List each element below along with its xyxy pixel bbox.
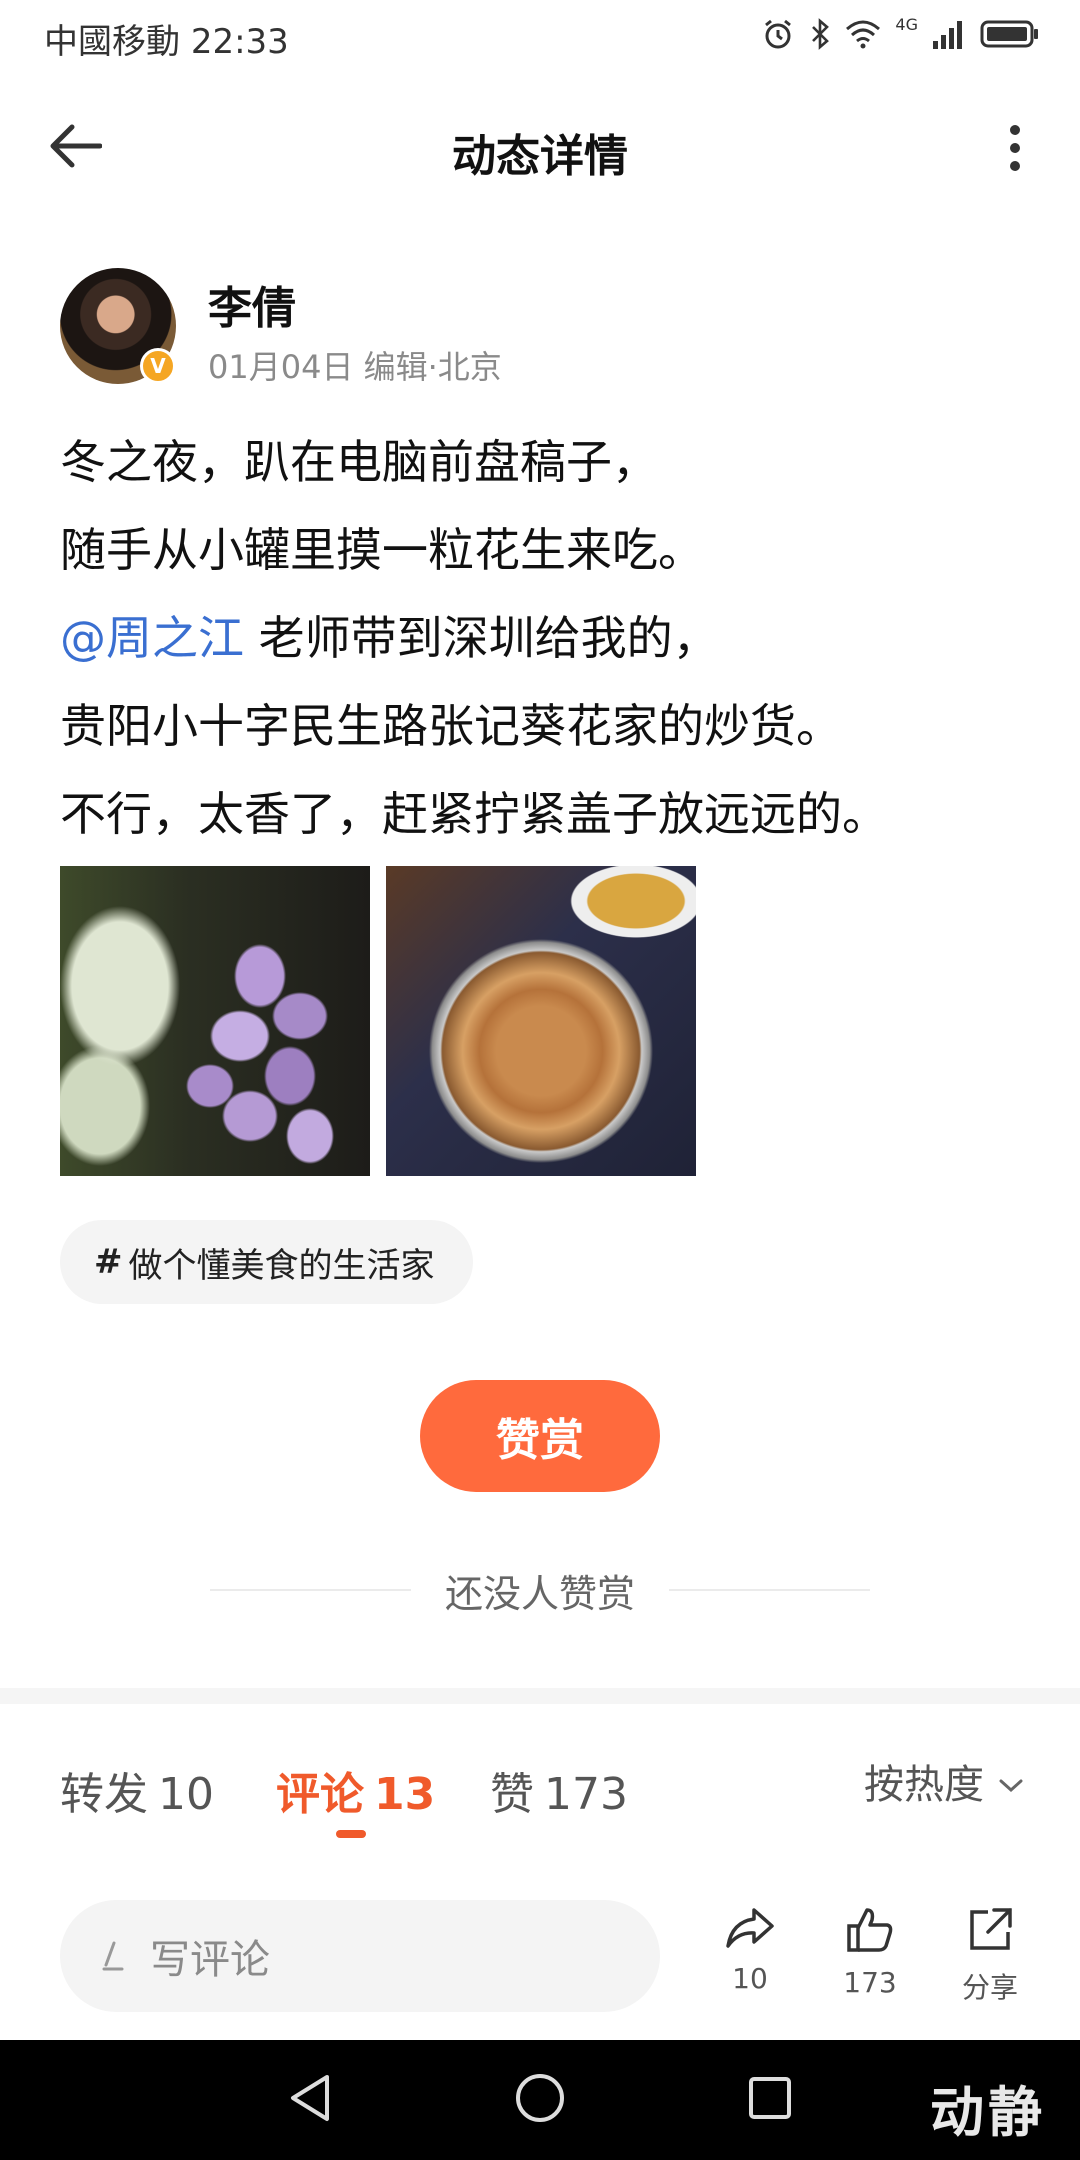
carrier-name: 中國移動 bbox=[44, 22, 180, 62]
topic-label: 做个懂美食的生活家 bbox=[128, 1245, 435, 1286]
alarm-icon bbox=[761, 17, 795, 55]
bluetooth-icon bbox=[809, 17, 831, 55]
status-left: 中國移動 22:33 bbox=[44, 14, 289, 63]
more-vertical-icon bbox=[1009, 124, 1021, 176]
wifi-icon bbox=[845, 19, 881, 53]
mention-link[interactable]: @周之江 bbox=[60, 611, 244, 665]
battery-icon bbox=[980, 19, 1040, 53]
post-line: 冬之夜，趴在电脑前盘稿子， bbox=[60, 435, 658, 489]
hashtag-icon: # bbox=[94, 1242, 123, 1282]
active-tab-indicator bbox=[336, 1830, 366, 1838]
author-name[interactable]: 李倩 bbox=[208, 272, 296, 336]
tab-comment-count: 13 bbox=[374, 1769, 436, 1820]
no-tips-row: 还没人赞赏 bbox=[210, 1560, 871, 1620]
status-icons: 4G bbox=[761, 14, 1040, 58]
flower-photo[interactable] bbox=[60, 866, 370, 1176]
pencil-icon bbox=[100, 1939, 126, 1973]
page-title: 动态详情 bbox=[452, 131, 628, 182]
tab-repost-label: 转发 bbox=[60, 1769, 148, 1820]
repost-count: 10 bbox=[732, 1962, 768, 1995]
like-action[interactable]: 173 bbox=[815, 1906, 925, 1999]
system-home-button[interactable] bbox=[510, 2070, 570, 2130]
verified-badge: V bbox=[140, 348, 176, 384]
tab-like-count: 173 bbox=[544, 1769, 628, 1820]
signal-icon bbox=[932, 19, 966, 53]
topic-tag[interactable]: # 做个懂美食的生活家 bbox=[60, 1220, 473, 1304]
watermark-logo: 动静 bbox=[930, 2081, 1046, 2144]
post-line: 不行，太香了，赶紧拧紧盖子放远远的。 bbox=[60, 787, 888, 841]
external-link-icon bbox=[966, 1906, 1014, 1958]
post-line: 贵阳小十字民生路张记葵花家的炒货。 bbox=[60, 699, 842, 753]
tab-repost-count: 10 bbox=[158, 1769, 214, 1820]
system-recents-button[interactable] bbox=[740, 2070, 800, 2130]
no-tips-text: 还没人赞赏 bbox=[445, 1571, 636, 1616]
tab-like-label: 赞 bbox=[490, 1769, 534, 1820]
external-share-label: 分享 bbox=[961, 1971, 1018, 2004]
like-count: 173 bbox=[843, 1966, 897, 1999]
interaction-tabs: 转发 10 评论 13 赞 173 按热度 bbox=[0, 1740, 1080, 1840]
divider-left bbox=[210, 1589, 411, 1591]
tip-button[interactable]: 赞赏 bbox=[420, 1380, 660, 1492]
repost-action[interactable]: 10 bbox=[695, 1906, 805, 1995]
external-share-action[interactable]: 分享 bbox=[935, 1906, 1045, 2006]
square-recents-icon bbox=[746, 2074, 794, 2126]
more-button[interactable] bbox=[990, 118, 1040, 182]
clock: 22:33 bbox=[190, 22, 289, 62]
network-type: 4G bbox=[895, 14, 918, 34]
tab-comment-label: 评论 bbox=[276, 1769, 364, 1820]
post-body: 冬之夜，趴在电脑前盘稿子， 随手从小罐里摸一粒花生来吃。 @周之江 老师带到深圳… bbox=[60, 418, 1040, 858]
post-line-with-mention: @周之江 老师带到深圳给我的， bbox=[60, 594, 1040, 682]
thumbs-up-icon bbox=[845, 1906, 895, 1958]
sort-dropdown[interactable]: 按热度 bbox=[864, 1752, 1024, 1810]
section-separator bbox=[0, 1688, 1080, 1704]
peanuts-photo[interactable] bbox=[386, 866, 696, 1176]
triangle-back-icon bbox=[287, 2073, 333, 2127]
tab-comment[interactable]: 评论 13 bbox=[276, 1758, 435, 1822]
tab-like[interactable]: 赞 173 bbox=[490, 1758, 628, 1822]
circle-home-icon bbox=[513, 2071, 567, 2129]
share-arrow-icon bbox=[724, 1906, 776, 1954]
comment-input[interactable]: 写评论 bbox=[60, 1900, 660, 2012]
tab-repost[interactable]: 转发 10 bbox=[60, 1758, 214, 1822]
post-meta: 01月04日 编辑·北京 bbox=[208, 348, 502, 386]
system-navigation-bar: 动静 bbox=[0, 2040, 1080, 2160]
top-nav-bar: 动态详情 bbox=[0, 92, 1080, 204]
system-back-button[interactable] bbox=[280, 2070, 340, 2130]
chevron-down-icon bbox=[998, 1758, 1024, 1804]
post-line-text: 老师带到深圳给我的， bbox=[258, 611, 719, 665]
status-bar: 中國移動 22:33 4G bbox=[0, 0, 1080, 72]
divider-right bbox=[669, 1589, 871, 1591]
post-line: 随手从小罐里摸一粒花生来吃。 bbox=[60, 523, 704, 577]
sort-label: 按热度 bbox=[864, 1762, 984, 1808]
comment-placeholder: 写评论 bbox=[150, 1937, 270, 1983]
